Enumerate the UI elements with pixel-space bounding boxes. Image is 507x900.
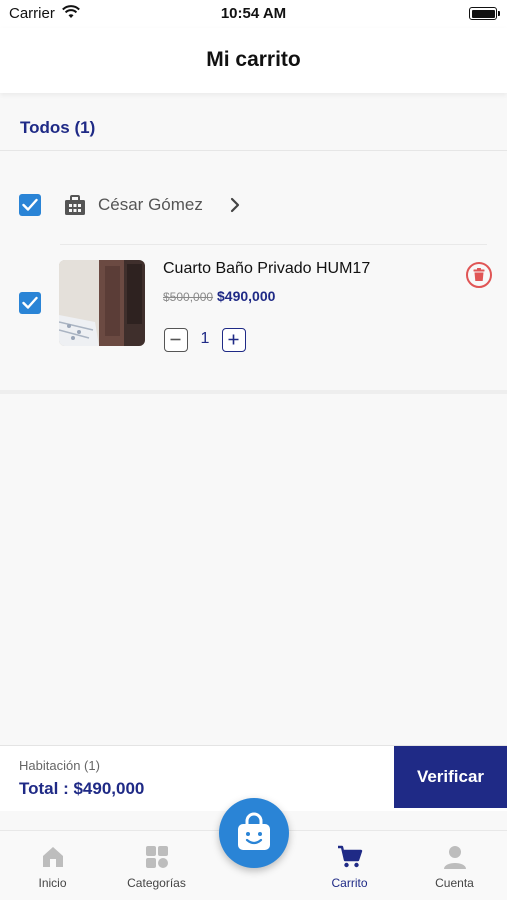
status-bar: Carrier 10:54 AM <box>0 0 507 28</box>
shop-fab-button[interactable] <box>219 798 289 868</box>
verify-button[interactable]: Verificar <box>394 746 507 808</box>
total-label: Total : $490,000 <box>19 779 145 798</box>
quantity-value: 1 <box>200 330 210 347</box>
page-title: Mi carrito <box>206 48 301 71</box>
divider <box>60 244 487 245</box>
seller-name[interactable]: César Gómez <box>98 195 203 215</box>
select-all-label[interactable]: Todos (1) <box>20 118 95 138</box>
item-checkbox[interactable] <box>19 292 41 314</box>
store-cart-group: César Gómez Cuarto Baño Privado HUM17 $5… <box>0 162 507 394</box>
tab-inicio[interactable]: Inicio <box>2 831 103 900</box>
item-original-price: $500,000 <box>163 290 214 304</box>
chevron-right-icon[interactable] <box>229 197 241 218</box>
clock: 10:54 AM <box>220 5 287 22</box>
select-all-row[interactable]: Todos (1) <box>0 106 507 151</box>
tab-label: Carrito <box>331 876 368 890</box>
navigation-bar: Mi carrito <box>0 28 507 93</box>
tab-categorias[interactable]: Categorías <box>106 831 207 900</box>
tab-carrito[interactable]: Carrito <box>299 831 400 900</box>
tab-cuenta[interactable]: Cuenta <box>404 831 505 900</box>
delete-item-button[interactable] <box>466 262 492 288</box>
cart-icon <box>337 844 363 875</box>
item-title[interactable]: Cuarto Baño Privado HUM17 <box>163 260 370 278</box>
grid-icon <box>144 844 170 875</box>
increase-quantity-button[interactable] <box>222 328 246 352</box>
item-thumbnail[interactable] <box>59 260 145 346</box>
tab-label: Cuenta <box>435 876 474 890</box>
battery-icon <box>469 7 500 20</box>
item-count-label: Habitación (1) <box>19 758 100 773</box>
trash-icon <box>473 268 485 281</box>
item-price: $490,000 <box>217 288 276 304</box>
seller-checkbox[interactable] <box>19 194 41 216</box>
tab-label: Inicio <box>38 876 67 890</box>
store-icon <box>63 193 87 222</box>
shopping-bag-icon <box>238 812 270 850</box>
tab-label: Categorías <box>127 876 186 890</box>
home-icon <box>40 844 66 875</box>
user-icon <box>442 844 468 875</box>
decrease-quantity-button[interactable] <box>164 328 188 352</box>
